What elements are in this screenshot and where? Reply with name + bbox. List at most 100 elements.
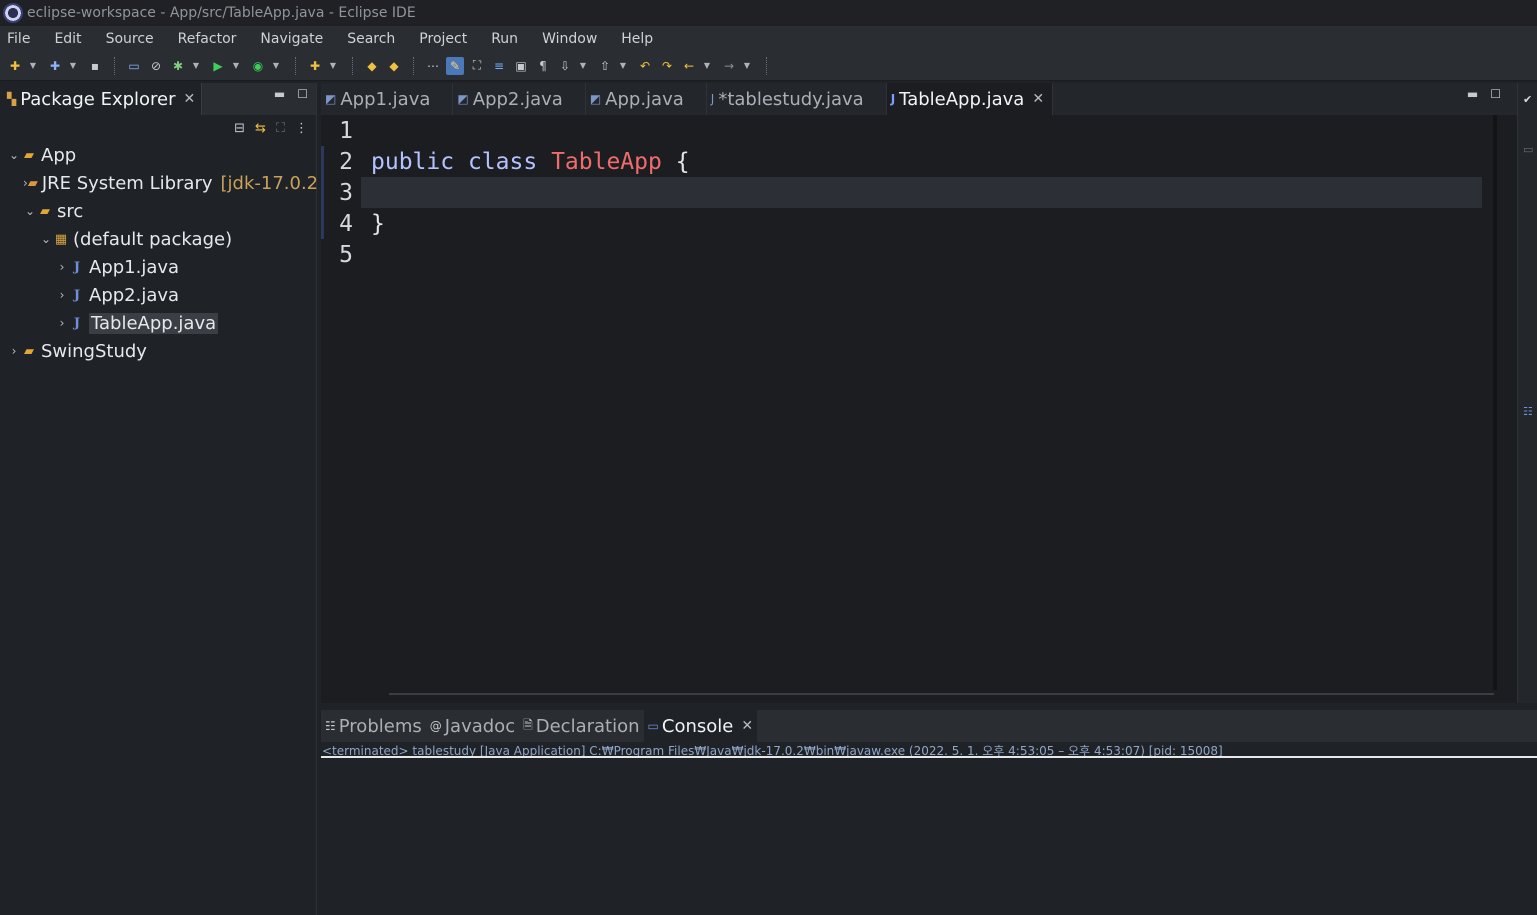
code-editor[interactable]: 1 2 public class TableApp { 3 4 } 5	[321, 115, 1493, 690]
new-project-dropdown-icon[interactable]: ▼	[68, 57, 78, 75]
new-java-class-icon[interactable]: ✚	[306, 57, 324, 75]
tab-console[interactable]: ▭ Console ✕	[643, 710, 758, 742]
toggle-mark-occurrences-icon[interactable]: ✎	[446, 56, 464, 75]
code-text[interactable]: public class TableApp {	[361, 149, 690, 175]
coverage-icon[interactable]: ◉	[249, 57, 267, 75]
chevron-right-icon[interactable]: ›	[55, 260, 69, 274]
vertical-scrollbar[interactable]	[1493, 115, 1497, 690]
tab-declaration[interactable]: 🗎 Declaration	[519, 710, 643, 742]
tab-javadoc[interactable]: @ Javadoc	[426, 710, 519, 742]
next-edit-location-icon[interactable]: ↷	[658, 57, 676, 75]
tab-tableapp-java[interactable]: J TableApp.java ✕	[886, 83, 1054, 115]
title-bar: eclipse-workspace - App/src/TableApp.jav…	[0, 0, 1537, 26]
tree-item[interactable]: › ▰ SwingStudy	[3, 337, 316, 365]
menu-project[interactable]: Project	[412, 31, 478, 47]
focus-icon[interactable]: ⛶	[276, 121, 285, 136]
new-dropdown-icon[interactable]: ▼	[28, 57, 38, 75]
horizontal-scrollbar[interactable]	[389, 693, 1494, 695]
forward-arrow-icon[interactable]: →	[720, 57, 738, 75]
code-line[interactable]: 1	[321, 115, 1493, 146]
close-icon[interactable]: ✕	[741, 718, 753, 734]
previous-annotation-dropdown-icon[interactable]: ▼	[618, 57, 628, 75]
chevron-down-icon[interactable]: ⌄	[39, 232, 53, 246]
terminal-icon[interactable]: ▭	[125, 57, 143, 75]
menu-window[interactable]: Window	[535, 31, 608, 47]
menu-edit[interactable]: Edit	[47, 31, 92, 47]
chevron-down-icon[interactable]: ⌄	[7, 148, 21, 162]
tab-app1-java[interactable]: ◩ App1.java	[321, 83, 454, 115]
new-java-project-icon[interactable]: ✚	[46, 57, 64, 75]
forward-dropdown-icon[interactable]: ▼	[742, 57, 752, 75]
tab-tablestudy-java[interactable]: J *tablestudy.java	[707, 83, 887, 115]
code-line[interactable]: 5	[321, 239, 1493, 270]
console-output[interactable]	[321, 758, 1537, 908]
menu-file[interactable]: File	[0, 31, 41, 47]
close-icon[interactable]: ✕	[184, 91, 196, 107]
chevron-right-icon[interactable]: ›	[55, 288, 69, 302]
menu-navigate[interactable]: Navigate	[253, 31, 334, 47]
chevron-right-icon[interactable]: ›	[7, 344, 21, 358]
restore-icon[interactable]: ✔	[1523, 93, 1535, 106]
tree-item[interactable]: › J App2.java	[3, 281, 316, 309]
next-annotation-icon[interactable]: ⇩	[556, 57, 574, 75]
package-explorer-icon: ▚	[7, 92, 17, 106]
previous-annotation-icon[interactable]: ⇧	[596, 57, 614, 75]
tree-item[interactable]: ⌄ ▰ src	[3, 197, 316, 225]
chevron-right-icon[interactable]: ›	[55, 316, 69, 330]
view-menu-icon[interactable]: ⋮	[295, 121, 308, 136]
menu-source[interactable]: Source	[99, 31, 165, 47]
word-wrap-icon[interactable]: ≡	[490, 57, 508, 75]
last-edit-location-icon[interactable]: ↶	[636, 57, 654, 75]
back-arrow-icon[interactable]: ←	[680, 57, 698, 75]
run-dropdown-icon[interactable]: ▼	[231, 57, 241, 75]
java-file-icon: ◩	[589, 92, 602, 106]
save-icon[interactable]: ▪	[86, 57, 104, 75]
close-icon[interactable]: ✕	[1032, 91, 1044, 107]
minimize-icon[interactable]: ▬	[1467, 87, 1478, 101]
tree-item[interactable]: › ▰ JRE System Library [jdk-17.0.2	[3, 169, 318, 197]
new-class-dropdown-icon[interactable]: ▼	[328, 57, 338, 75]
tab-problems[interactable]: ☷ Problems	[321, 710, 426, 742]
toolbar-separator	[413, 56, 414, 75]
toggle-breadcrumb-icon[interactable]: ⋯	[424, 57, 442, 75]
skip-breakpoints-icon[interactable]: ⊘	[147, 57, 165, 75]
task-list-icon[interactable]: ▭	[1523, 143, 1535, 156]
tree-item[interactable]: › J TableApp.java	[3, 309, 316, 337]
code-text[interactable]	[361, 177, 1482, 208]
tree-item[interactable]: ⌄ ▦ (default package)	[3, 225, 316, 253]
new-icon[interactable]: ✚	[6, 57, 24, 75]
code-line-current[interactable]: 3	[321, 177, 1493, 208]
show-whitespace-icon[interactable]: ▣	[512, 57, 530, 75]
code-line[interactable]: 4 }	[321, 208, 1493, 239]
debug-dropdown-icon[interactable]: ▼	[191, 57, 201, 75]
chevron-down-icon[interactable]: ⌄	[23, 204, 37, 218]
open-type-icon[interactable]: ◆	[363, 57, 381, 75]
back-dropdown-icon[interactable]: ▼	[702, 57, 712, 75]
outline-icon[interactable]: ☷	[1523, 405, 1535, 418]
collapse-all-icon[interactable]: ⊟	[234, 121, 245, 136]
maximize-icon[interactable]: ☐	[297, 87, 308, 101]
code-line[interactable]: 2 public class TableApp {	[321, 146, 1493, 177]
next-annotation-dropdown-icon[interactable]: ▼	[578, 57, 588, 75]
link-with-editor-icon[interactable]: ⇆	[255, 121, 266, 136]
menu-refactor[interactable]: Refactor	[171, 31, 248, 47]
toggle-block-selection-icon[interactable]: ⛶	[468, 57, 486, 75]
minimize-icon[interactable]: ▬	[274, 87, 285, 101]
run-icon[interactable]: ▶	[209, 57, 227, 75]
javadoc-icon: @	[429, 719, 442, 733]
menu-run[interactable]: Run	[484, 31, 529, 47]
debug-icon[interactable]: ✱	[169, 57, 187, 75]
tab-app-java[interactable]: ◩ App.java	[586, 83, 707, 115]
menu-help[interactable]: Help	[614, 31, 664, 47]
menu-search[interactable]: Search	[340, 31, 406, 47]
java-file-icon: ◩	[325, 92, 337, 106]
tab-app2-java[interactable]: ◩ App2.java	[453, 83, 586, 115]
coverage-dropdown-icon[interactable]: ▼	[271, 57, 281, 75]
code-text[interactable]: }	[361, 211, 385, 237]
tab-package-explorer[interactable]: ▚ Package Explorer ✕	[3, 83, 203, 115]
maximize-icon[interactable]: ☐	[1490, 87, 1501, 101]
pilcrow-icon[interactable]: ¶	[534, 57, 552, 75]
open-task-icon[interactable]: ◆	[385, 57, 403, 75]
tree-item[interactable]: › J App1.java	[3, 253, 316, 281]
tree-item[interactable]: ⌄ ▰ App	[3, 141, 316, 169]
